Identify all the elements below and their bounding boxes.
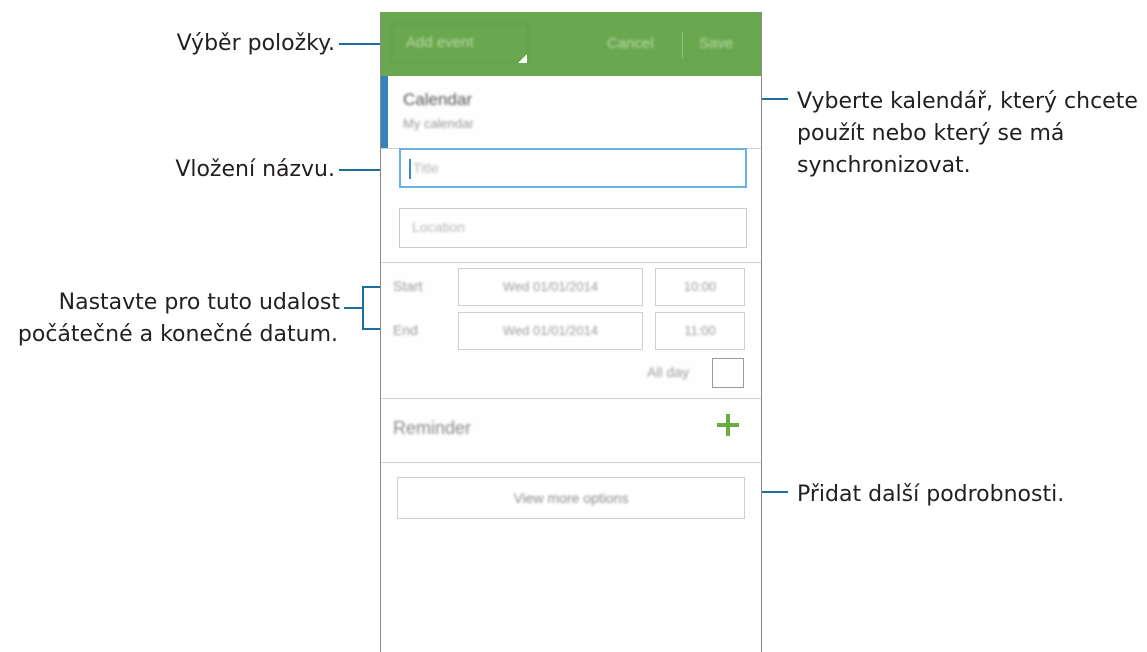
cancel-button[interactable]: Cancel (607, 12, 654, 76)
annotation-select-item: Výběr položky. (176, 31, 335, 56)
callout-bracket-vertical (362, 286, 364, 330)
callout-line-set-dates (344, 307, 362, 309)
annotation-set-dates-line2: počátečné a konečné datum. (17, 322, 338, 347)
end-time-value: 11:00 (684, 323, 716, 338)
phone-screen: Add event Cancel Save Calendar My calend… (380, 12, 762, 652)
reminder-label: Reminder (393, 418, 472, 438)
action-bar-divider (682, 32, 683, 58)
location-placeholder: Location (412, 219, 465, 235)
divider (381, 462, 761, 463)
save-button[interactable]: Save (699, 12, 733, 76)
add-event-label: Add event (406, 34, 474, 51)
calendar-selector[interactable]: Calendar My calendar (381, 76, 761, 149)
annotation-set-dates-line1: Nastavte pro tuto udalost (58, 290, 340, 315)
annotation-enter-title: Vložení názvu. (175, 157, 335, 182)
end-time-button[interactable]: 11:00 (655, 312, 745, 350)
start-date-value: Wed 01/01/2014 (502, 279, 599, 294)
start-label: Start (393, 278, 423, 294)
view-more-options-button[interactable]: View more options (397, 477, 745, 519)
divider (381, 262, 761, 263)
title-input[interactable]: Title (399, 148, 747, 188)
location-input[interactable]: Location (399, 208, 747, 248)
annotation-choose-calendar-line3: synchronizovat. (797, 153, 971, 178)
all-day-label: All day (647, 364, 690, 380)
spinner-corner-icon (518, 54, 527, 63)
start-time-value: 10:00 (683, 279, 717, 294)
divider (381, 398, 761, 399)
all-day-checkbox[interactable] (712, 358, 744, 388)
view-more-options-label: View more options (513, 490, 629, 506)
end-date-value: Wed 01/01/2014 (502, 323, 599, 338)
end-date-button[interactable]: Wed 01/01/2014 (458, 312, 643, 350)
start-time-button[interactable]: 10:00 (655, 268, 745, 306)
title-placeholder: Title (413, 160, 439, 176)
calendar-subtitle: My calendar (403, 116, 474, 131)
calendar-title: Calendar (403, 90, 472, 109)
text-cursor (409, 159, 411, 179)
calendar-color-bar (381, 76, 388, 148)
add-reminder-plus-icon[interactable] (715, 412, 741, 438)
add-event-spinner[interactable]: Add event (391, 24, 528, 62)
action-bar: Add event Cancel Save (381, 12, 761, 76)
annotation-choose-calendar-line1: Vyberte kalendář, který chcete (797, 89, 1138, 114)
annotation-choose-calendar-line2: použít nebo který se má (797, 121, 1065, 146)
end-label: End (393, 322, 418, 338)
annotation-add-details: Přidat další podrobnosti. (797, 482, 1065, 507)
start-date-button[interactable]: Wed 01/01/2014 (458, 268, 643, 306)
